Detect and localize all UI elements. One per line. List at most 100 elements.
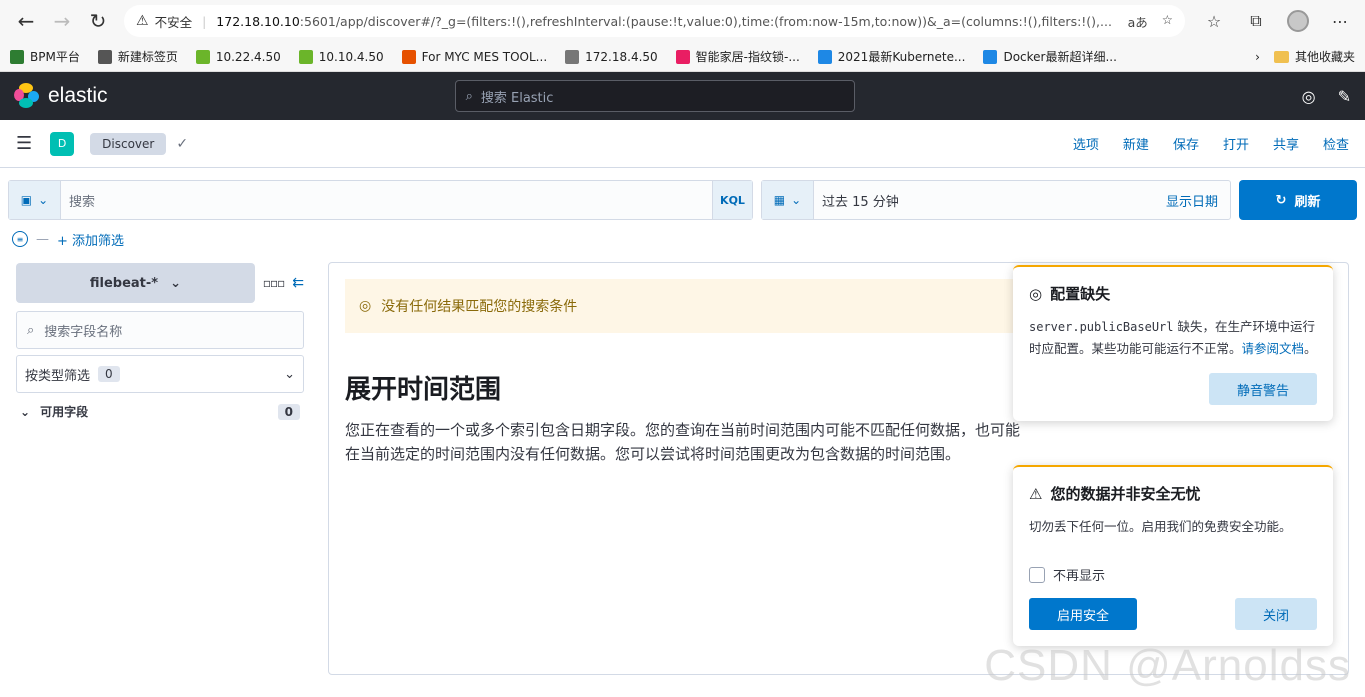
chevron-down-icon: ⌄ <box>20 404 31 419</box>
bookmarks-bar: BPM平台 新建标签页 10.22.4.50 10.10.4.50 For MYC ME… <box>0 42 1365 72</box>
brand-name: elastic <box>48 84 108 107</box>
read-aloud-icon[interactable]: aあ <box>1128 12 1148 31</box>
favorites-icon[interactable]: ☆ <box>1197 5 1231 37</box>
forward-icon[interactable]: → <box>44 5 80 37</box>
time-picker: ▦ ⌄ 过去 15 分钟 显示日期 <box>761 180 1231 220</box>
space-avatar[interactable]: D <box>50 131 75 156</box>
check-icon: ✓ <box>176 135 189 152</box>
bookmark-icon <box>983 49 998 64</box>
filter-icon[interactable]: ≡ <box>12 231 28 247</box>
help-icon: ◎ <box>359 298 372 314</box>
bookmark-item[interactable]: 智能家居-指纹锁-... <box>675 48 800 65</box>
elastic-logo[interactable]: elastic <box>14 83 108 109</box>
collapse-sidebar-icon[interactable]: ⇇ <box>292 275 304 291</box>
address-bar[interactable]: ⚠ 不安全 | 172.18.10.10 :5601/app/discover#… <box>124 5 1185 37</box>
bookmark-item[interactable]: Docker最新超详细... <box>983 48 1117 65</box>
top-nav-links: 选项 新建 保存 打开 共享 检查 <box>1073 134 1349 153</box>
chevron-down-icon: ⌄ <box>284 366 295 382</box>
bookmark-item[interactable]: BPM平台 <box>10 48 80 65</box>
top-nav-link[interactable]: 保存 <box>1173 134 1199 153</box>
bookmark-icon <box>195 49 210 64</box>
back-icon[interactable]: ← <box>8 5 44 37</box>
show-dates-link[interactable]: 显示日期 <box>1154 191 1230 210</box>
elastic-logo-icon <box>14 83 40 109</box>
kibana-header: elastic ⌕ 搜索 Elastic ◎ ✎ <box>0 72 1365 120</box>
search-icon: ⌕ <box>27 322 35 338</box>
bookmark-icon <box>565 49 580 64</box>
add-filter-button[interactable]: + 添加筛选 <box>57 230 124 249</box>
field-sidebar: filebeat-* ⌄ ▫▫▫ ⇇ ⌕ 搜索字段名称 按类型筛选 0 ⌄ ⌄ … <box>16 263 304 683</box>
other-bookmarks[interactable]: 其他收藏夹 <box>1273 48 1355 65</box>
security-toast: ⚠ 您的数据并非安全无忧 切勿丢下任何一位。启用我们的免费安全功能。 不再显示 … <box>1013 465 1333 646</box>
available-fields-toggle[interactable]: ⌄ 可用字段 0 <box>16 403 304 420</box>
query-box: ▣ ⌄ 搜索 KQL <box>8 180 753 220</box>
chevron-down-icon: ⌄ <box>170 275 181 291</box>
bookmark-item[interactable]: 10.10.4.50 <box>298 49 384 64</box>
no-results-callout: ◎ 没有任何结果匹配您的搜索条件 <box>345 279 1045 333</box>
more-options-icon[interactable]: ▫▫▫ <box>263 276 285 290</box>
newsfeed-icon[interactable]: ✎ <box>1338 87 1351 106</box>
global-search-input[interactable]: ⌕ 搜索 Elastic <box>454 80 855 112</box>
dismiss-button[interactable]: 关闭 <box>1234 598 1317 630</box>
mute-warning-button[interactable]: 静音警告 <box>1208 373 1317 405</box>
bookmark-item[interactable]: 10.22.4.50 <box>195 49 281 64</box>
top-nav-link[interactable]: 新建 <box>1123 134 1149 153</box>
bookmark-item[interactable]: For MYC MES TOOL... <box>401 49 547 64</box>
help-icon: ◎ <box>1029 284 1043 303</box>
bookmark-icon <box>97 49 112 64</box>
config-key: server.publicBaseUrl <box>1029 320 1174 334</box>
docs-link[interactable]: 请参阅文档 <box>1242 341 1305 356</box>
results-panel: ◎ 没有任何结果匹配您的搜索条件 展开时间范围 您正在查看的一个或多个索引包含日… <box>328 262 1349 675</box>
count-badge: 0 <box>277 403 300 420</box>
kql-button[interactable]: KQL <box>712 181 752 219</box>
collections-icon[interactable]: ⧉ <box>1239 5 1273 37</box>
more-menu-icon[interactable]: ⋯ <box>1323 5 1357 37</box>
field-search-input[interactable]: ⌕ 搜索字段名称 <box>16 311 304 349</box>
saved-query-button[interactable]: ▣ ⌄ <box>9 181 61 219</box>
refresh-icon: ↻ <box>1275 192 1287 208</box>
bookmark-icon <box>10 49 24 64</box>
time-range-label[interactable]: 过去 15 分钟 <box>814 191 1154 210</box>
bookmark-item[interactable]: 新建标签页 <box>97 48 178 65</box>
top-nav-link[interactable]: 共享 <box>1273 134 1299 153</box>
filter-bar: ≡ — + 添加筛选 <box>0 224 1365 254</box>
chevron-down-icon: ⌄ <box>791 193 802 207</box>
url-host: 172.18.10.10 <box>216 13 300 29</box>
bookmark-icon <box>817 49 832 64</box>
top-nav-link[interactable]: 选项 <box>1073 134 1099 153</box>
profile-avatar[interactable] <box>1281 5 1315 37</box>
config-missing-toast: ◎ 配置缺失 server.publicBaseUrl 缺失，在生产环境中运行时… <box>1013 265 1333 421</box>
discover-main: filebeat-* ⌄ ▫▫▫ ⇇ ⌕ 搜索字段名称 按类型筛选 0 ⌄ ⌄ … <box>0 254 1365 683</box>
bookmark-icon <box>401 49 416 64</box>
app-nav: ☰ D Discover ✓ 选项 新建 保存 打开 共享 检查 <box>0 120 1365 168</box>
breadcrumb[interactable]: Discover <box>90 132 167 155</box>
help-icon[interactable]: ◎ <box>1302 87 1316 106</box>
filter-by-type-button[interactable]: 按类型筛选 0 ⌄ <box>16 355 304 393</box>
enable-security-button[interactable]: 启用安全 <box>1029 598 1138 630</box>
query-input[interactable]: 搜索 <box>61 191 712 210</box>
index-pattern-selector[interactable]: filebeat-* ⌄ <box>16 263 255 303</box>
warning-icon: ⚠ <box>1029 484 1043 503</box>
explanation-text: 您正在查看的一个或多个索引包含日期字段。您的查询在当前时间范围内可能不匹配任何数… <box>345 421 1021 463</box>
dont-show-again-checkbox[interactable] <box>1029 566 1045 583</box>
menu-icon[interactable]: ☰ <box>16 133 32 154</box>
chevron-right-icon[interactable]: › <box>1255 50 1260 64</box>
folder-icon <box>1273 50 1289 63</box>
count-badge: 0 <box>98 366 120 382</box>
chevron-down-icon: ⌄ <box>38 193 49 207</box>
insecure-label: 不安全 <box>154 14 193 30</box>
bookmark-item[interactable]: 172.18.4.50 <box>565 49 658 64</box>
browser-toolbar: ← → ↻ ⚠ 不安全 | 172.18.10.10 :5601/app/dis… <box>0 0 1365 42</box>
warning-icon: ⚠ <box>136 13 149 29</box>
refresh-button[interactable]: ↻ 刷新 <box>1239 180 1357 220</box>
query-bar: ▣ ⌄ 搜索 KQL ▦ ⌄ 过去 15 分钟 显示日期 ↻ 刷新 <box>0 168 1365 224</box>
save-icon: ▣ <box>20 193 33 207</box>
favorite-add-icon[interactable]: ☆ <box>1162 12 1173 31</box>
top-nav-link[interactable]: 检查 <box>1323 134 1349 153</box>
reload-icon[interactable]: ↻ <box>80 5 116 37</box>
quick-select-button[interactable]: ▦ ⌄ <box>762 181 814 219</box>
bookmark-icon <box>675 49 690 64</box>
bookmark-item[interactable]: 2021最新Kubernete... <box>817 48 965 65</box>
top-nav-link[interactable]: 打开 <box>1223 134 1249 153</box>
search-icon: ⌕ <box>465 88 473 104</box>
